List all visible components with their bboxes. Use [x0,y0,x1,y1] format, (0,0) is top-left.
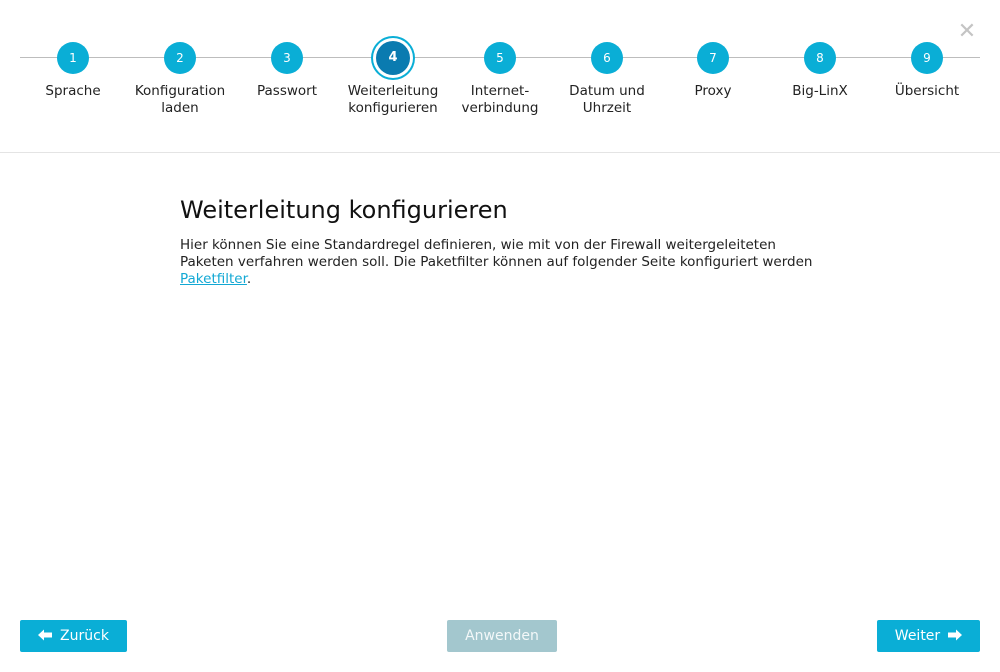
step-number: 1 [57,42,89,74]
paketfilter-link[interactable]: Paketfilter [180,271,247,287]
description-text: Hier können Sie eine Standardregel defin… [180,237,813,270]
step-number-active: 4 [376,41,410,75]
step-content: Weiterleitung konfigurieren Hier können … [180,195,820,288]
setup-wizard: ✕ 1 Sprache 2 Konfiguration laden 3 Passw… [0,0,1000,672]
step-label: Konfiguration laden [134,83,226,116]
step-label: Übersicht [894,83,960,99]
step-number: 2 [164,42,196,74]
step-label: Sprache [45,83,101,99]
step-uebersicht[interactable]: 9 Übersicht [872,42,982,100]
step-number: 5 [484,42,516,74]
step-number: 9 [911,42,943,74]
step-label: Weiterleitung konfigurieren [347,83,439,116]
arrow-right-icon [940,628,963,644]
step-sprache[interactable]: 1 Sprache [18,42,128,100]
description-trailing: . [246,271,252,287]
step-label: Internet-verbindung [461,83,539,116]
back-button-label: Zurück [60,628,109,644]
next-button-label: Weiter [894,628,941,644]
next-button[interactable]: Weiter [877,620,980,652]
step-label: Big-LinX [792,83,848,99]
step-label: Datum und Uhrzeit [569,83,645,116]
step-number: 8 [804,42,836,74]
page-title: Weiterleitung konfigurieren [180,196,508,224]
step-big-linx[interactable]: 8 Big-LinX [765,42,875,100]
apply-button-label: Anwenden [465,628,539,644]
back-button[interactable]: Zurück [20,620,127,652]
arrow-left-icon [38,628,60,644]
step-konfiguration-laden[interactable]: 2 Konfiguration laden [125,42,235,117]
step-proxy[interactable]: 7 Proxy [658,42,768,100]
step-number: 3 [271,42,303,74]
step-label: Passwort [256,83,318,99]
step-passwort[interactable]: 3 Passwort [232,42,342,100]
step-datum-und-uhrzeit[interactable]: 6 Datum und Uhrzeit [552,42,662,117]
step-number: 6 [591,42,623,74]
step-number: 7 [697,42,729,74]
step-weiterleitung-konfigurieren[interactable]: 4 Weiterleitung konfigurieren [338,41,448,117]
step-label: Proxy [694,83,732,99]
page-description: Hier können Sie eine Standardregel defin… [180,237,820,288]
apply-button[interactable]: Anwenden [447,620,557,652]
step-internetverbindung[interactable]: 5 Internet-verbindung [445,42,555,117]
wizard-stepper: 1 Sprache 2 Konfiguration laden 3 Passwor… [0,0,1000,153]
